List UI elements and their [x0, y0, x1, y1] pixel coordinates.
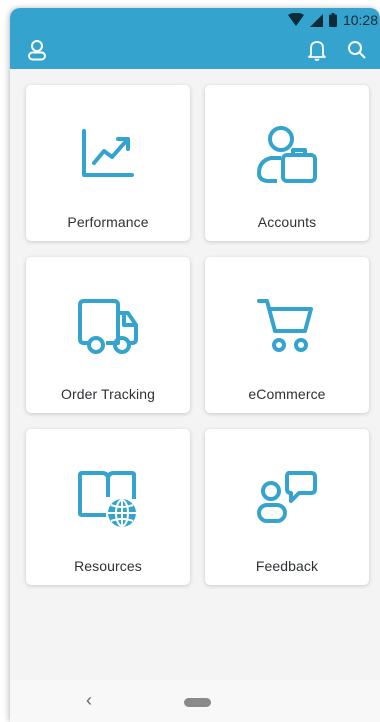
bell-icon[interactable] [306, 39, 328, 61]
tile-label: Resources [74, 558, 142, 574]
search-icon[interactable] [346, 39, 368, 61]
tile-feedback[interactable]: Feedback [205, 429, 369, 585]
back-button[interactable]: ‹ [86, 690, 92, 711]
tile-accounts[interactable]: Accounts [205, 85, 369, 241]
user-briefcase-icon [205, 125, 369, 185]
status-time: 10:28 [342, 12, 378, 28]
tile-ecommerce[interactable]: eCommerce [205, 257, 369, 413]
home-pill[interactable] [184, 698, 211, 707]
battery-icon [328, 13, 337, 27]
menu-grid: Performance Accounts Order Tracking eCom… [26, 85, 369, 585]
shopping-cart-icon [205, 297, 369, 355]
truck-icon [26, 297, 190, 357]
tile-label: Feedback [255, 558, 319, 574]
status-bar: 10:28 [287, 8, 380, 32]
phone-screen: 10:28 Performance Accounts Order Trackin… [10, 8, 380, 722]
book-globe-icon [26, 469, 190, 529]
user-icon[interactable] [26, 39, 48, 61]
system-nav-bar: ‹ [10, 680, 380, 722]
tile-label: Accounts [257, 214, 317, 230]
chart-trend-icon [26, 125, 190, 181]
signal-icon [309, 13, 323, 27]
tile-performance[interactable]: Performance [26, 85, 190, 241]
top-app-bar: 10:28 [10, 8, 380, 69]
tile-label: Performance [67, 214, 149, 230]
tile-order-tracking[interactable]: Order Tracking [26, 257, 190, 413]
tile-label: eCommerce [248, 386, 326, 402]
wifi-icon [287, 13, 304, 26]
tile-label: Order Tracking [61, 386, 155, 402]
user-chat-icon [205, 469, 369, 529]
tile-resources[interactable]: Resources [26, 429, 190, 585]
